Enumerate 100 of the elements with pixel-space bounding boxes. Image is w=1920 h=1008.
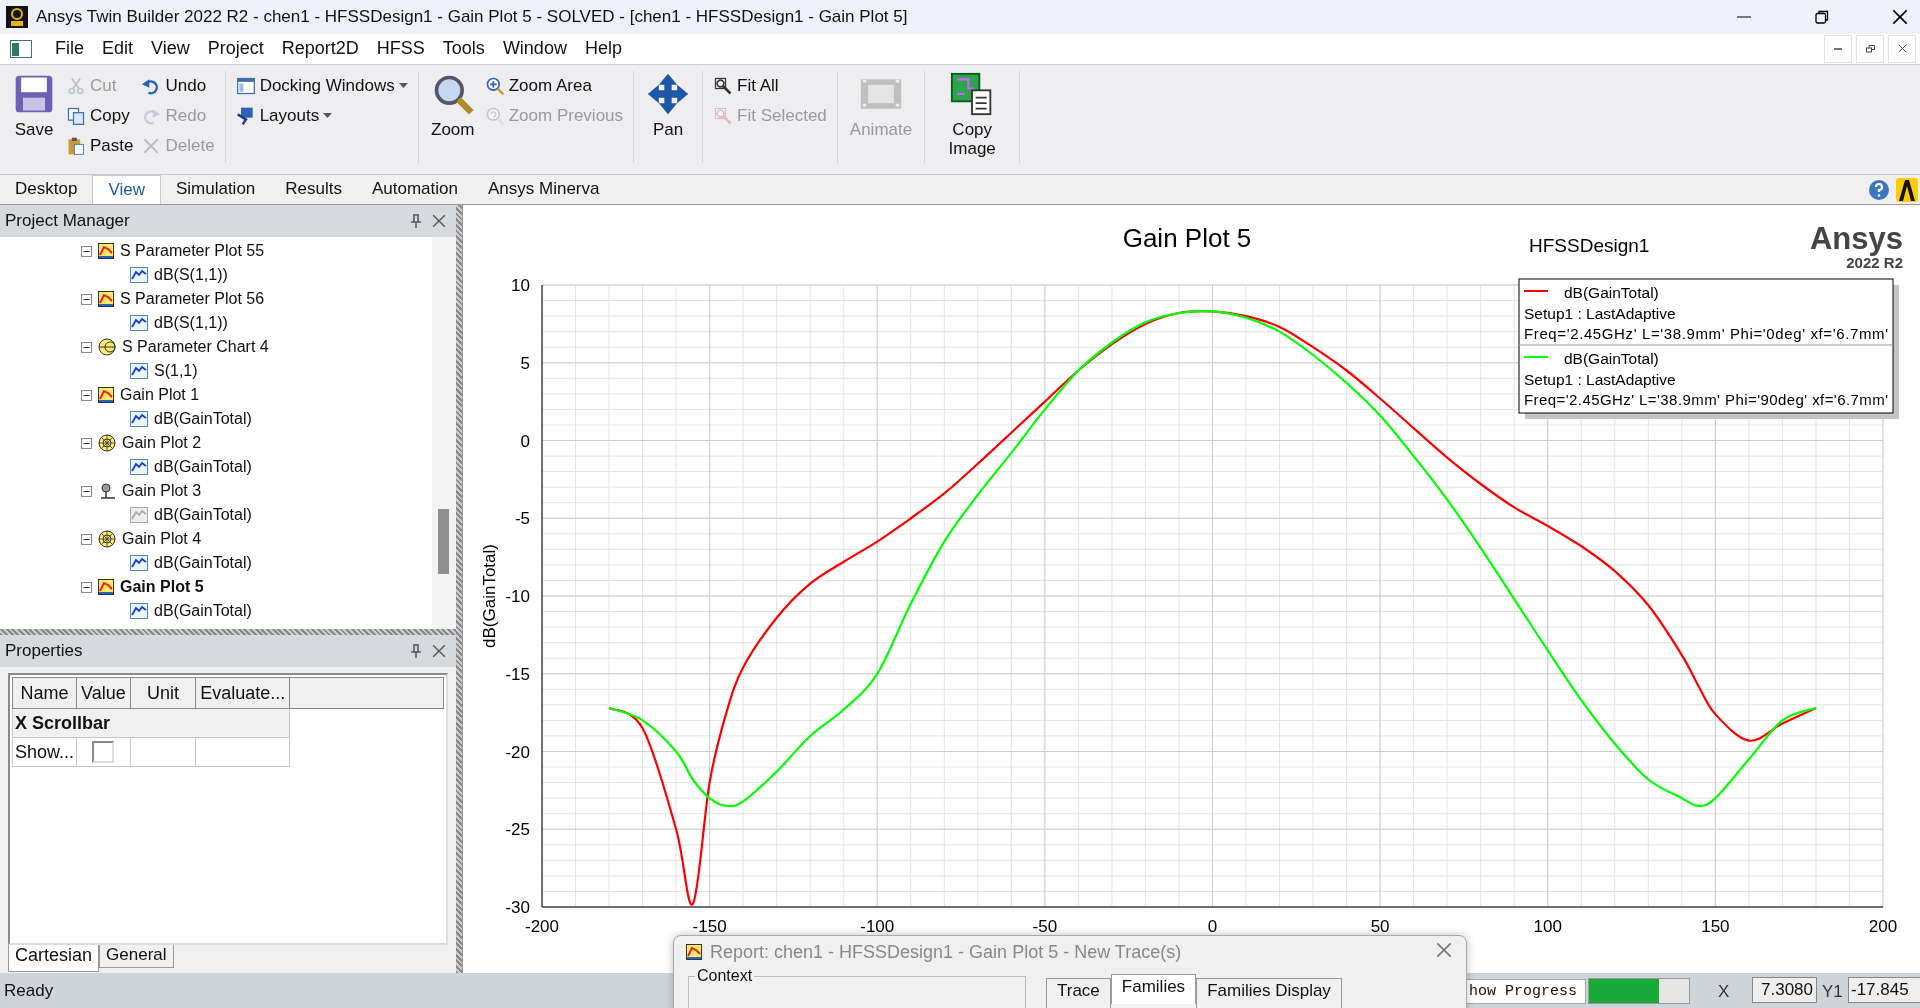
restore-button[interactable] bbox=[1856, 34, 1884, 63]
ribbon-button[interactable]: Paste bbox=[66, 135, 134, 156]
tree-item[interactable]: Gain Plot 1 bbox=[0, 383, 432, 408]
ribbon-tab[interactable]: Results bbox=[270, 175, 357, 205]
menu-item[interactable]: Help bbox=[575, 38, 631, 60]
ribbon-button[interactable]: Copy Image bbox=[935, 69, 1010, 162]
collapse-icon[interactable] bbox=[81, 341, 92, 353]
document-icon[interactable] bbox=[10, 39, 32, 58]
collapse-icon[interactable] bbox=[81, 389, 92, 401]
collapse-icon[interactable] bbox=[81, 293, 92, 305]
magnifier-icon bbox=[713, 75, 734, 96]
tree-item[interactable]: dB(GainTotal) bbox=[0, 599, 432, 624]
column-header[interactable]: Unit bbox=[130, 677, 196, 709]
x-tick-label: -50 bbox=[1032, 917, 1058, 937]
chart-title: Gain Plot 5 bbox=[1122, 223, 1252, 254]
minimize-icon bbox=[1737, 16, 1751, 18]
tree-item[interactable]: dB(S(1,1)) bbox=[0, 311, 432, 336]
layout-icon bbox=[235, 105, 256, 126]
y-tick-label: -5 bbox=[514, 509, 530, 529]
magnifier-icon bbox=[484, 105, 505, 126]
tree-item[interactable]: Gain Plot 5 bbox=[0, 575, 432, 600]
ribbon-button[interactable]: Fit All bbox=[713, 75, 827, 96]
window-title: Ansys Twin Builder 2022 R2 - chen1 - HFSSDesign1 - Gain Plot 5 - SOLVED - [chen1 - HFSSDesign1 - Gain Plot 5] bbox=[36, 7, 909, 27]
tree-item[interactable]: dB(S(1,1)) bbox=[0, 263, 432, 288]
column-header[interactable]: Value bbox=[76, 677, 131, 709]
close-icon[interactable] bbox=[1892, 9, 1908, 25]
ribbon-button[interactable]: Save bbox=[10, 69, 58, 162]
zoom-in-icon bbox=[484, 75, 505, 96]
tree-item[interactable]: dB(GainTotal) bbox=[0, 551, 432, 576]
checkbox[interactable] bbox=[92, 741, 115, 764]
trace-icon bbox=[130, 459, 148, 476]
ribbon-button[interactable]: Layouts bbox=[235, 105, 408, 126]
app-logo-icon bbox=[6, 6, 28, 28]
menu-item[interactable]: Edit bbox=[93, 38, 143, 60]
menu-item[interactable]: File bbox=[46, 38, 93, 60]
tree-item[interactable]: S Parameter Plot 56 bbox=[0, 287, 432, 312]
tab[interactable]: Families Display bbox=[1196, 978, 1342, 1008]
ribbon-tab[interactable]: Automation bbox=[357, 175, 473, 205]
tree-item[interactable]: Gain Plot 4 bbox=[0, 527, 432, 552]
y-tick-label: -10 bbox=[505, 587, 530, 607]
legend-params: Freq='2.45GHz' L='38.9mm' Phi='0deg' xf='6.7mm' bbox=[1524, 325, 1888, 343]
tree-item[interactable]: S Parameter Chart 4 bbox=[0, 335, 432, 360]
x-tick-label: 150 bbox=[1701, 917, 1730, 937]
close-icon[interactable] bbox=[1897, 44, 1907, 54]
scrollbar-thumb[interactable] bbox=[438, 509, 449, 575]
polar-plot-icon bbox=[98, 530, 116, 549]
clipboard-icon bbox=[66, 135, 86, 156]
coordinate-label: X bbox=[1718, 982, 1730, 1002]
ribbon-button[interactable]: Copy bbox=[66, 105, 134, 126]
help-icon[interactable] bbox=[1868, 178, 1890, 201]
menu-item[interactable]: Project bbox=[198, 38, 273, 60]
tree-item[interactable]: S Parameter Plot 55 bbox=[0, 239, 432, 264]
ribbon-tab[interactable]: Desktop bbox=[0, 175, 93, 205]
collapse-icon[interactable] bbox=[81, 533, 92, 545]
progress-button[interactable]: how Progress bbox=[1466, 979, 1587, 1004]
ribbon-button[interactable]: Zoom Area bbox=[484, 75, 624, 96]
tree-item[interactable]: Gain Plot 2 bbox=[0, 431, 432, 456]
plot-icon bbox=[98, 579, 114, 596]
column-header[interactable]: Name bbox=[12, 677, 77, 709]
tab[interactable]: General bbox=[99, 945, 174, 969]
plot-icon bbox=[686, 944, 702, 960]
ribbon-tab[interactable]: View bbox=[92, 175, 161, 205]
y-tick-label: 5 bbox=[520, 354, 530, 374]
menu-item[interactable]: View bbox=[142, 38, 199, 60]
collapse-icon[interactable] bbox=[81, 485, 92, 497]
ribbon-button[interactable]: Zoom bbox=[428, 69, 477, 162]
x-tick-label: -150 bbox=[692, 917, 727, 937]
collapse-icon[interactable] bbox=[81, 437, 92, 449]
tab[interactable]: Cartesian bbox=[8, 945, 100, 973]
menu-item[interactable]: HFSS bbox=[367, 38, 434, 60]
collapse-icon[interactable] bbox=[81, 581, 92, 593]
tab[interactable]: Trace bbox=[1046, 978, 1111, 1008]
y-axis-label: dB(GainTotal) bbox=[480, 544, 499, 649]
trace-icon bbox=[130, 555, 148, 572]
tree-item[interactable]: S(1,1) bbox=[0, 359, 432, 384]
tab[interactable]: Families bbox=[1110, 974, 1197, 1004]
pin-icon[interactable] bbox=[410, 214, 422, 229]
legend-setup: Setup1 : LastAdaptive bbox=[1524, 305, 1676, 323]
menu-item[interactable]: Tools bbox=[433, 38, 494, 60]
tree-item[interactable]: dB(GainTotal) bbox=[0, 455, 432, 480]
tree-item[interactable]: dB(GainTotal) bbox=[0, 407, 432, 432]
plot-icon bbox=[98, 243, 114, 260]
menu-item[interactable]: Report2D bbox=[272, 38, 368, 60]
ribbon-button[interactable]: Docking Windows bbox=[235, 75, 408, 96]
tree-item[interactable]: Gain Plot 3 bbox=[0, 479, 432, 504]
ribbon-button[interactable]: Undo bbox=[141, 75, 215, 96]
ribbon-tab[interactable]: Ansys Minerva bbox=[473, 175, 615, 205]
collapse-icon[interactable] bbox=[81, 245, 92, 257]
x-tick-label: -100 bbox=[860, 917, 895, 937]
y-tick-label: 0 bbox=[520, 431, 530, 451]
group-label: Context bbox=[695, 967, 755, 984]
x-tick-label: 0 bbox=[1207, 917, 1218, 937]
smith-chart-icon bbox=[98, 338, 116, 357]
ribbon-tab[interactable]: Simulation bbox=[160, 175, 271, 205]
menu-item[interactable]: Window bbox=[493, 38, 576, 60]
polar-plot-icon bbox=[98, 434, 116, 453]
column-header[interactable]: Evaluate... bbox=[195, 677, 290, 709]
trace-icon bbox=[130, 315, 148, 332]
pin-icon[interactable] bbox=[410, 644, 422, 659]
ribbon-button[interactable]: Pan bbox=[644, 69, 693, 162]
